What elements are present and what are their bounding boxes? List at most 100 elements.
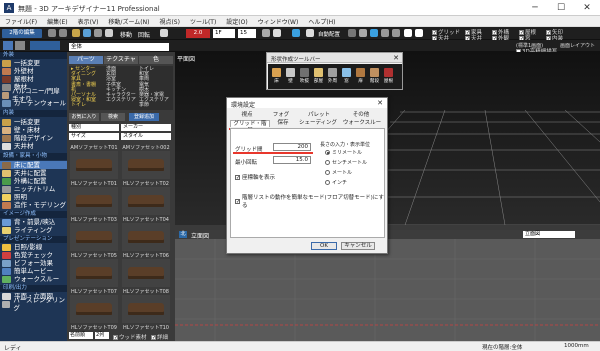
paste-icon[interactable] [105,29,113,37]
sidebar-item-background[interactable]: 背・前景/映込 [0,218,67,226]
grid-icon[interactable] [404,29,412,37]
catalog-item[interactable] [70,259,118,287]
floor-tool-icon[interactable] [3,41,13,50]
catalog-item[interactable] [122,295,170,323]
sidebar-item-roof[interactable]: 屋根材 [0,75,67,83]
sidebar-item-sunlight[interactable]: 日照/影線 [0,243,67,251]
elevation-dropdown[interactable]: 立面図 [523,231,575,238]
add-item-button[interactable]: 登録追加 [129,113,159,121]
menu-help[interactable]: ヘルプ(H) [303,17,340,26]
catalog-item[interactable] [122,151,170,179]
sidebar-item-lighting[interactable]: 照明 [0,193,67,201]
maximize-button[interactable]: ☐ [548,0,574,16]
camera-icon[interactable] [292,29,300,37]
tree-column-1[interactable]: ▸ センター ダイニング 家具 書斎・書棚机パーソナル 寝室・和室 トイレ [71,66,96,109]
compass-icon[interactable] [381,29,389,37]
dialog-titlebar[interactable]: 環境設定 ✕ [227,98,387,109]
sidebar-item-exterior-wall[interactable]: 外壁材 [0,67,67,75]
undo-icon[interactable] [48,29,56,37]
menu-navigate[interactable]: 移動/ズーム(N) [103,17,154,26]
tab-shading[interactable]: シェーディング [296,120,340,127]
style-filter[interactable]: スタイル [121,133,171,140]
sun-icon[interactable] [370,29,378,37]
tab-fog[interactable]: フォグ [263,112,299,119]
sidebar-item-place-ceiling[interactable]: 天井に配置 [0,169,67,177]
palette-room-button[interactable]: 部屋 [311,67,326,89]
tab-save[interactable]: 保存 [270,120,296,127]
sidebar-item-bulk-change[interactable]: 一括変更 [0,59,67,67]
sidebar-item-place-floor[interactable]: 床に配置 [0,161,67,169]
min-rotation-input[interactable]: 15.0 [273,156,311,164]
sidebar-item-niche[interactable]: ニッチ/トリム [0,185,67,193]
tab-walkthrough[interactable]: ウォークスルー [340,120,384,127]
tab-viewpoint[interactable]: 視点 [231,112,263,119]
tab-other[interactable]: その他 [339,112,383,119]
unit-mm-radio[interactable]: ミリメートル [325,149,362,156]
rotation-value-input[interactable]: 15 [238,29,256,38]
catalog-item[interactable] [70,187,118,215]
palette-void-button[interactable]: 吹抜 [297,67,312,89]
cancel-button[interactable]: キャンセル [341,242,375,250]
compass-north[interactable]: 北 [179,231,187,238]
category-select[interactable]: 全体 [69,43,169,51]
grid-spacing-input[interactable]: 200 [273,143,311,151]
unit-m-radio[interactable]: メートル [325,169,352,176]
layer-icon[interactable] [262,29,270,37]
sort-select[interactable]: 名前順 [69,332,93,339]
menu-tools[interactable]: ツール(T) [185,17,221,26]
tab-texture[interactable]: テクスチャ [104,56,138,64]
catalog-item[interactable] [70,295,118,323]
coord-display-checkbox[interactable]: ✓ 座標軸を表示 [235,173,275,181]
rotate-label[interactable]: 回転 [138,30,150,39]
dialog-close-icon[interactable]: ✕ [377,99,383,107]
palette-titlebar[interactable]: 形状作成ツールバー ✕ [267,53,402,63]
render-icon[interactable] [359,29,367,37]
tree-column-3[interactable]: トイレ 和室 車両 電気 樹木 楽器・家電 エクステリア 季節 [139,66,169,109]
sidebar-item-lighting-fx[interactable]: ライティング [0,226,67,234]
view-icon[interactable] [415,29,423,37]
sidebar-item-wall-floor[interactable]: 壁・床材 [0,126,67,134]
sidebar-item-modeling[interactable]: 造作・モデリング [0,201,67,209]
shape-toolbar-palette[interactable]: 形状作成ツールバー ✕ 床 壁 吹抜 部屋 外周 窓 扉 階段 屋根 [266,52,403,90]
tab-palette[interactable]: パレット [299,112,339,119]
tab-parts[interactable]: パーツ [69,56,103,64]
select-icon[interactable] [72,29,80,37]
maker-filter[interactable]: メーカー [121,124,171,131]
palette-window-button[interactable]: 窓 [339,67,354,89]
copy-icon[interactable] [83,29,91,37]
palette-close-icon[interactable]: ✕ [393,54,399,62]
catalog-item[interactable] [122,187,170,215]
palette-floor-button[interactable]: 床 [269,67,284,89]
eye-icon[interactable] [306,29,314,37]
light-icon[interactable] [348,29,356,37]
sidebar-item-stairs[interactable]: 階段デザイン [0,134,67,142]
sidebar-item-balcony[interactable]: バルコニー/門扉 手すり [0,87,67,103]
sidebar-item-ceiling-material[interactable]: 天井材 [0,142,67,150]
unit-inch-radio[interactable]: インチ [325,179,347,186]
search-button[interactable]: 検索 [101,113,125,121]
floor-select[interactable]: 1F [213,29,235,38]
microphone-icon[interactable] [160,29,168,37]
close-button[interactable]: ✕ [574,0,600,16]
redo-icon[interactable] [59,29,67,37]
tree-column-2[interactable]: 洗面 玄関 浴室 子供室 キッチン キャラクター エクステリア [106,66,136,103]
catalog-item[interactable] [122,259,170,287]
unit-cm-radio[interactable]: センチメートル [325,159,367,166]
favorites-button[interactable]: お気に入り [69,113,99,121]
tab-grid-layer[interactable]: グリッド・階層 [230,120,270,134]
menu-edit[interactable]: 編集(E) [42,17,72,26]
sidebar-item-curtain-wall[interactable]: カーテンウォール [0,99,67,107]
sidebar-item-movie[interactable]: 簡単ムービー [0,267,67,275]
catalog-item[interactable] [70,151,118,179]
size-filter[interactable]: サイズ [69,133,119,140]
menu-settings[interactable]: 設定(O) [221,17,252,26]
layer-mode-checkbox[interactable]: ✓ 階層リストの動作を簡単なモード(フロア切替モード)にする [235,193,385,209]
menu-window[interactable]: ウィンドウ(W) [253,17,304,26]
catalog-item[interactable] [122,223,170,251]
sidebar-item-place-exterior[interactable]: 外構に配置 [0,177,67,185]
auto-arrange-label[interactable]: 自動配置 [318,30,340,38]
menu-view[interactable]: 表示(V) [73,17,104,26]
menu-viewpoint[interactable]: 視点(S) [154,17,185,26]
move-label[interactable]: 移動 [120,30,132,39]
ok-button[interactable]: OK [311,242,337,250]
